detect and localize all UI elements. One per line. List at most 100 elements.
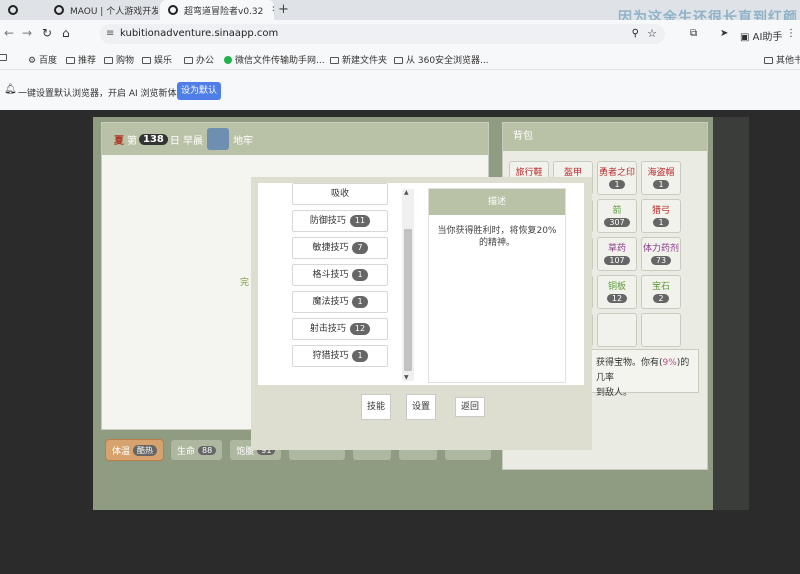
send-icon[interactable]: ➤ [720, 28, 728, 39]
site-info-icon[interactable]: ≡ [106, 24, 114, 44]
item-name: 猎弓 [651, 206, 670, 216]
new-tab-button[interactable]: + [278, 0, 289, 20]
chrome-icon [8, 5, 18, 15]
inventory-slot[interactable] [597, 313, 637, 347]
back-button[interactable]: 返回 [455, 397, 485, 417]
extensions-icon[interactable]: ⧉ [690, 28, 697, 39]
infobar-message: 一键设置默认浏览器，开启 AI 浏览新体验 [18, 89, 186, 99]
skill-item[interactable]: 防御技巧 11 [292, 210, 388, 232]
skill-name: 格斗技巧 [312, 270, 349, 280]
side-strip [713, 117, 749, 510]
skill-item[interactable]: 敏捷技巧 7 [292, 237, 388, 259]
folder-icon [330, 57, 339, 64]
skill-scrollbar[interactable]: ▲ ▼ [402, 189, 414, 381]
bookmark-baidu[interactable]: ⚙ 百度 [28, 53, 57, 66]
stat-health[interactable]: 生命 88 [170, 439, 224, 461]
bookmark-folder-icon[interactable] [0, 53, 10, 63]
inventory-slot[interactable]: 体力药剂 73 [641, 237, 681, 271]
skill-name: 魔法技巧 [312, 297, 349, 307]
skill-name: 射击技巧 [309, 324, 346, 334]
inventory-slot[interactable]: 猎弓 1 [641, 199, 681, 233]
folder-icon [394, 57, 403, 64]
inventory-slot[interactable]: 宝石 2 [641, 275, 681, 309]
skill-list: 吸收 防御技巧 11 敏捷技巧 7 格斗技巧 1 魔法技巧 1 射击技巧 12 狩猎技巧 1 [292, 183, 388, 372]
scroll-up-icon[interactable]: ▲ [404, 189, 409, 196]
skill-item[interactable]: 格斗技巧 1 [292, 264, 388, 286]
stat-temperature[interactable]: 体温 酷热 [105, 439, 165, 461]
bookmark-360[interactable]: 从 360安全浏览器... [394, 53, 489, 66]
tab-bar: MAOU | 个人游戏开发 ✕ 超弯道冒险者v0.32 ✕ + 因为这余生还很长… [0, 0, 800, 26]
skill-level: 1 [352, 296, 368, 308]
bookmark-office[interactable]: 办公 [184, 53, 214, 66]
ai-icon: ▣ [740, 32, 750, 43]
skill-level: 7 [352, 242, 368, 254]
day-counter: 138 [139, 133, 168, 145]
item-name: 铜板 [607, 282, 626, 292]
description-text: 当你获得胜利时，将恢复20%的精神。 [437, 226, 557, 248]
skills-modal: 吸收 防御技巧 11 敏捷技巧 7 格斗技巧 1 魔法技巧 1 射击技巧 12 狩猎技巧 1 ▲ ▼ 描… [251, 177, 592, 450]
inventory-slot[interactable]: 草药 107 [597, 237, 637, 271]
item-count: 2 [653, 294, 669, 303]
skill-name: 敏捷技巧 [312, 243, 349, 253]
globe-icon [54, 5, 64, 15]
skills-content: 吸收 防御技巧 11 敏捷技巧 7 格斗技巧 1 魔法技巧 1 射击技巧 12 狩猎技巧 1 ▲ ▼ 描… [258, 183, 584, 385]
skill-level: 1 [352, 269, 368, 281]
forward-arrow-icon[interactable]: → [22, 26, 32, 40]
menu-icon[interactable]: ⋮ [786, 28, 796, 39]
skill-item[interactable]: 魔法技巧 1 [292, 291, 388, 313]
item-name: 海盗帽 [647, 168, 675, 178]
item-count: 307 [604, 218, 630, 227]
inventory-slot[interactable]: 铜板 12 [597, 275, 637, 309]
map-header: 夏 第 138 日 早晨 地牢 [102, 123, 488, 155]
inventory-slot[interactable]: 箭 307 [597, 199, 637, 233]
skill-button[interactable]: 技能 [361, 394, 391, 420]
skill-name: 吸收 [330, 189, 349, 199]
item-count: 107 [604, 256, 630, 265]
inventory-slot[interactable]: 海盗帽 1 [641, 161, 681, 195]
tab-pinned[interactable] [0, 0, 44, 20]
bell-icon: 🔔︎ [4, 84, 17, 95]
scroll-thumb[interactable] [404, 229, 412, 371]
default-browser-infobar: 🔔︎ 一键设置默认浏览器，开启 AI 浏览新体验 设为默认 [0, 70, 800, 110]
wechat-icon [224, 56, 232, 64]
skill-name: 狩猎技巧 [312, 351, 349, 361]
star-icon[interactable]: ☆ [647, 24, 657, 44]
bookmark-new-folder[interactable]: 新建文件夹 [330, 53, 387, 66]
skill-item[interactable]: 吸收 [292, 183, 388, 205]
skill-level: 12 [349, 323, 371, 335]
inventory-slot[interactable]: 勇者之印 1 [597, 161, 637, 195]
back-arrow-icon[interactable]: ← [4, 26, 14, 40]
reload-icon[interactable]: ↻ [42, 26, 52, 40]
inventory-slot[interactable] [641, 313, 681, 347]
close-icon[interactable]: ✕ [271, 5, 274, 15]
settings-button[interactable]: 设置 [406, 394, 436, 420]
item-name: 宝石 [651, 282, 670, 292]
bookmark-other[interactable]: 其他书 [764, 53, 800, 66]
season-icon: 夏 [114, 135, 124, 147]
bookmarks-bar: ⚙ 百度 推荐 购物 娱乐 办公 微信文件传输助手网... 新建文件夹 从 36… [0, 48, 800, 70]
skill-item[interactable]: 射击技巧 12 [292, 318, 388, 340]
gear-icon: ⚙ [28, 56, 37, 66]
tab-game[interactable]: 超弯道冒险者v0.32 ✕ [160, 0, 274, 20]
item-count: 12 [606, 294, 628, 303]
home-icon[interactable]: ⌂ [62, 26, 70, 40]
day-prefix: 第 [127, 135, 137, 147]
skill-item[interactable]: 狩猎技巧 1 [292, 345, 388, 367]
location-pin-icon[interactable]: ⚲ [632, 24, 639, 44]
bookmark-recommend[interactable]: 推荐 [66, 53, 96, 66]
bookmark-entertainment[interactable]: 娱乐 [142, 53, 172, 66]
address-bar[interactable]: ≡ kubitionadventure.sinaapp.com ⚲ ☆ [100, 24, 665, 44]
bookmark-wechat[interactable]: 微信文件传输助手网... [224, 53, 325, 66]
location-name: 地牢 [233, 135, 254, 147]
address-text: kubitionadventure.sinaapp.com [120, 28, 279, 39]
item-name: 箭 [612, 206, 622, 216]
folder-icon [104, 57, 113, 64]
set-default-button[interactable]: 设为默认 [177, 82, 221, 100]
tab-maou[interactable]: MAOU | 个人游戏开发 ✕ [46, 0, 158, 20]
bookmark-shopping[interactable]: 购物 [104, 53, 134, 66]
scroll-down-icon[interactable]: ▼ [404, 374, 409, 381]
folder-icon [142, 57, 151, 64]
tab-title: MAOU | 个人游戏开发 [70, 6, 158, 17]
ai-assistant-button[interactable]: ▣ AI助手 [740, 28, 782, 43]
nav-bar: ← → ↻ ⌂ ≡ kubitionadventure.sinaapp.com … [0, 20, 800, 48]
